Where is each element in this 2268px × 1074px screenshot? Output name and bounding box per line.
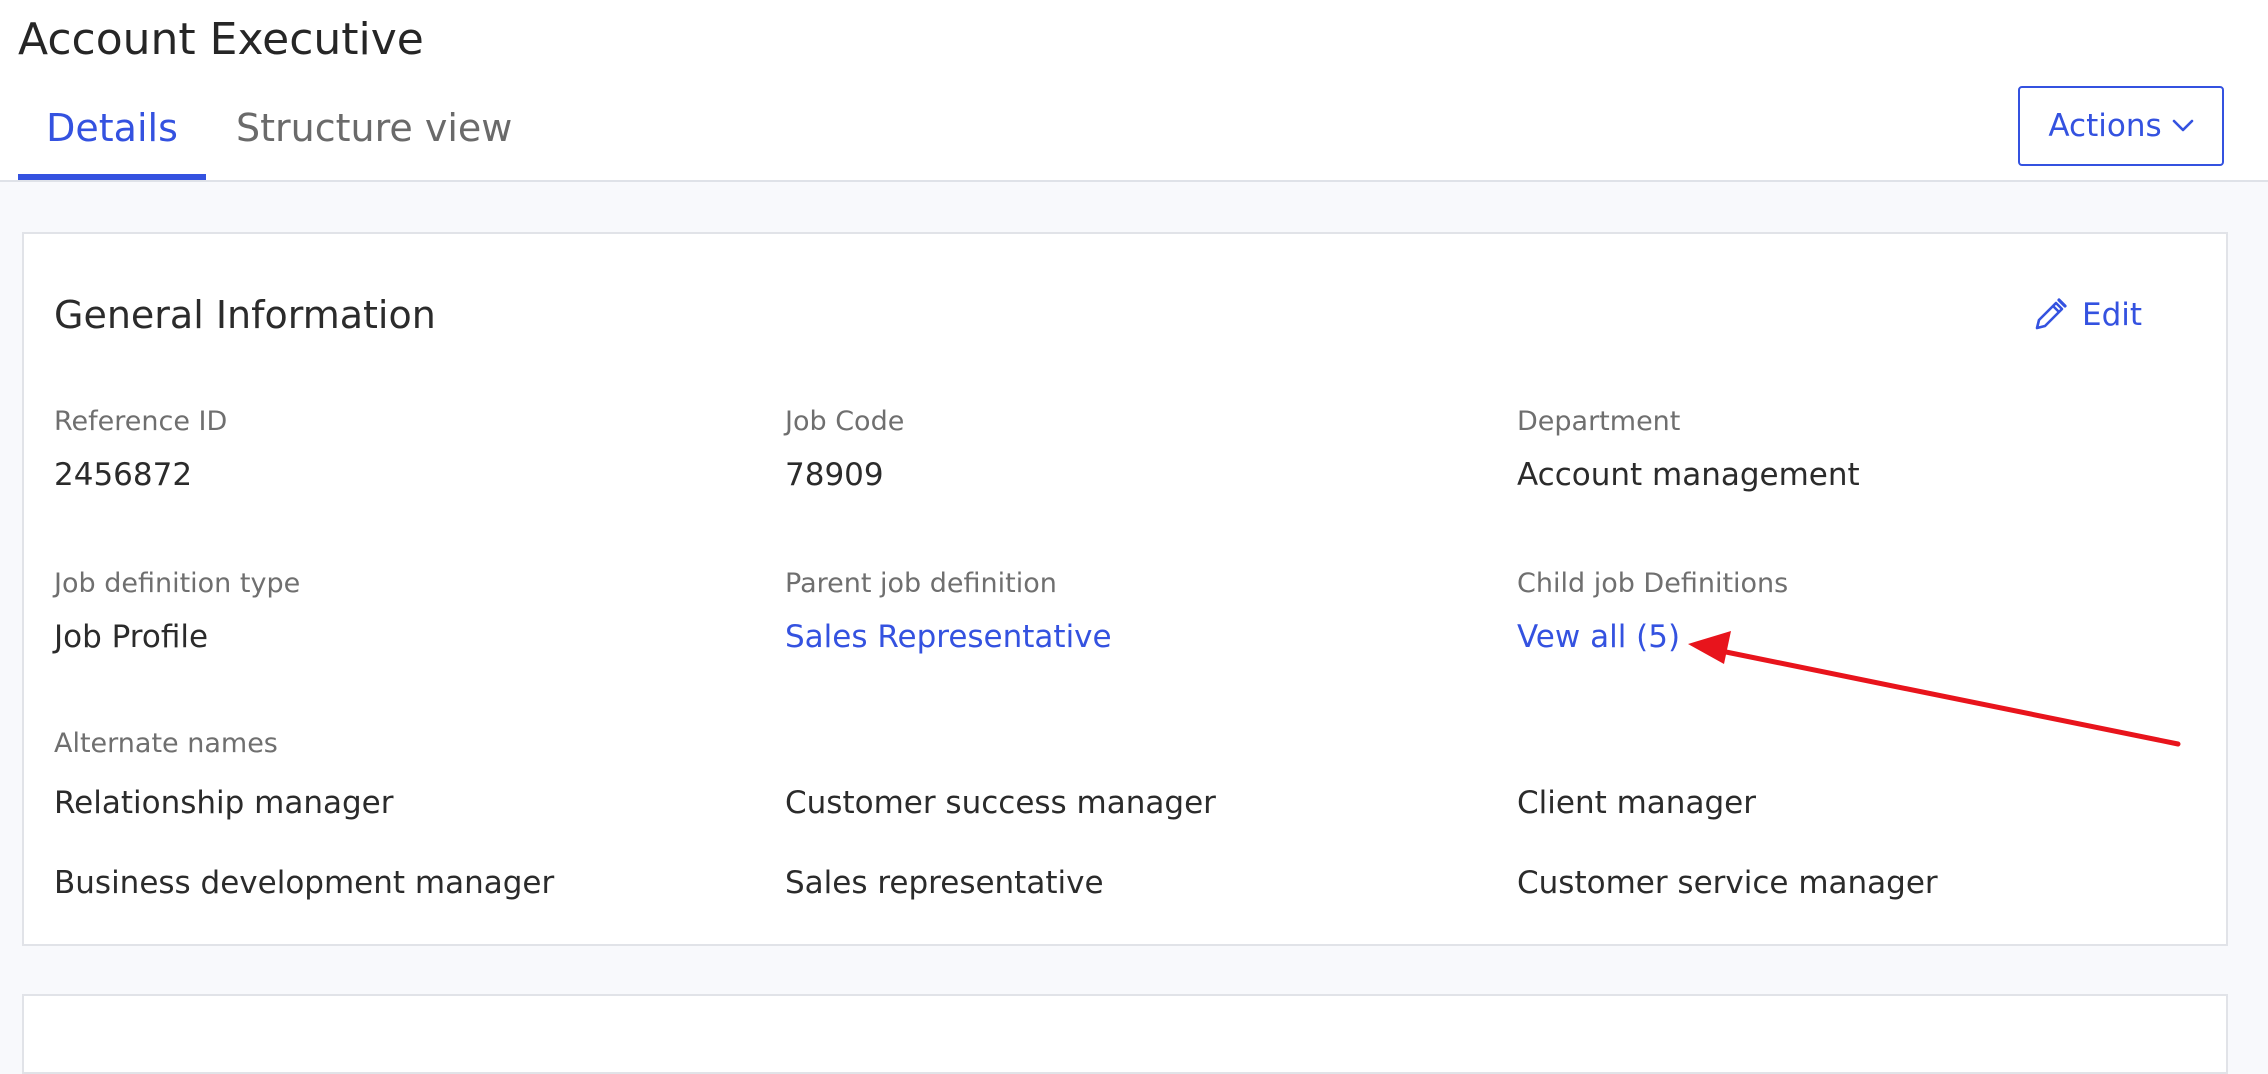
next-section-card — [22, 994, 2228, 1074]
chevron-down-icon — [2172, 119, 2194, 133]
job-code-value: 78909 — [785, 457, 884, 493]
alternate-name: Customer success manager — [785, 785, 1216, 821]
department-label: Department — [1517, 406, 1681, 437]
department-value: Account management — [1517, 457, 1860, 493]
pencil-icon — [2032, 297, 2068, 333]
child-job-definitions-view-all-link[interactable]: Vew all (5) — [1517, 616, 1680, 658]
actions-button-label: Actions — [2048, 108, 2162, 144]
page-header: Account Executive Details Structure view… — [0, 0, 2268, 182]
child-job-definitions-label: Child job Definitions — [1517, 568, 1789, 599]
job-definition-type-label: Job definition type — [54, 568, 301, 599]
reference-id-value: 2456872 — [54, 457, 193, 493]
general-information-card: General Information Edit Reference ID 24… — [22, 232, 2228, 946]
reference-id-label: Reference ID — [54, 406, 228, 437]
tab-details[interactable]: Details — [18, 100, 206, 156]
alternate-name: Sales representative — [785, 865, 1104, 901]
edit-button-label: Edit — [2082, 297, 2143, 333]
alternate-name: Relationship manager — [54, 785, 394, 821]
alternate-name: Customer service manager — [1517, 865, 1938, 901]
actions-button[interactable]: Actions — [2018, 86, 2224, 166]
tab-structure-view[interactable]: Structure view — [236, 100, 512, 156]
job-code-label: Job Code — [785, 406, 905, 437]
alternate-name: Business development manager — [54, 865, 555, 901]
active-tab-indicator — [18, 174, 206, 180]
alternate-name: Client manager — [1517, 785, 1756, 821]
edit-button[interactable]: Edit — [2032, 290, 2142, 340]
alternate-names-label: Alternate names — [54, 728, 278, 759]
parent-job-definition-label: Parent job definition — [785, 568, 1057, 599]
section-title: General Information — [54, 293, 436, 337]
job-definition-type-value: Job Profile — [54, 619, 209, 655]
parent-job-definition-link[interactable]: Sales Representative — [785, 616, 1112, 658]
page-title: Account Executive — [18, 14, 424, 65]
